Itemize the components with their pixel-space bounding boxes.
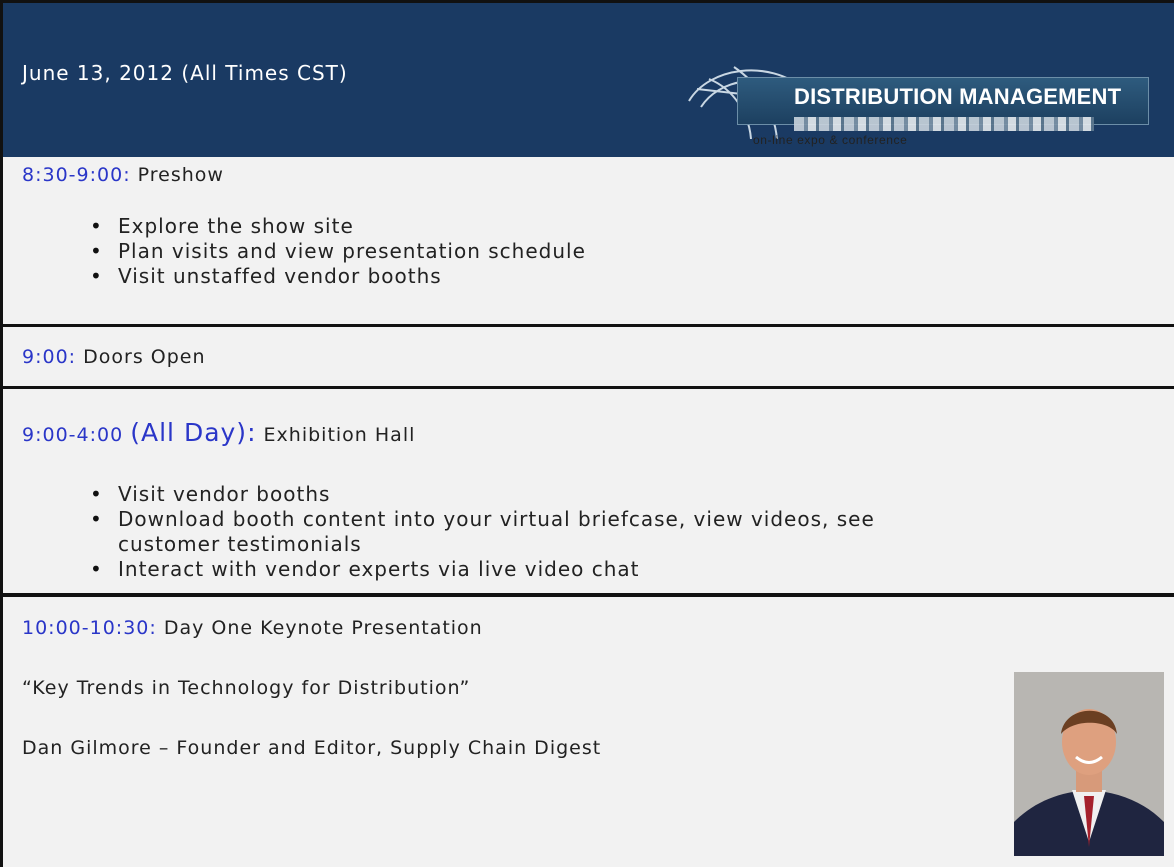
exhibition-bullets: Visit vendor booths Download booth conte… bbox=[90, 482, 875, 582]
preshow-bullets: Explore the show site Plan visits and vi… bbox=[90, 214, 586, 289]
list-item: Explore the show site bbox=[90, 214, 586, 239]
list-item: Plan visits and view presentation schedu… bbox=[90, 239, 586, 264]
schedule-date: June 13, 2012 (All Times CST) bbox=[22, 61, 348, 85]
logo-title: DISTRIBUTION MANAGEMENT bbox=[794, 84, 1122, 109]
schedule-time: 10:00-10:30: bbox=[22, 617, 157, 639]
list-item: Visit unstaffed vendor booths bbox=[90, 264, 586, 289]
schedule-header: June 13, 2012 (All Times CST) DISTRIBUTI… bbox=[0, 0, 1174, 157]
speaker-portrait-icon bbox=[1014, 672, 1164, 856]
schedule-title: Preshow bbox=[137, 164, 224, 186]
divider bbox=[0, 593, 1174, 597]
schedule-item-heading: 10:00-10:30: Day One Keynote Presentatio… bbox=[22, 617, 483, 639]
schedule-item-heading: 9:00-4:00 (All Day): Exhibition Hall bbox=[22, 418, 415, 447]
list-item-text: Download booth content into your virtual… bbox=[118, 507, 875, 531]
schedule-title: Day One Keynote Presentation bbox=[163, 617, 483, 639]
list-item: Visit vendor booths bbox=[90, 482, 875, 507]
schedule-title: Doors Open bbox=[83, 346, 206, 368]
distribution-management-logo: DISTRIBUTION MANAGEMENT on-line expo & c… bbox=[679, 59, 1149, 151]
logo-tagline: on-line expo & conference bbox=[753, 133, 908, 147]
list-item: Download booth content into your virtual… bbox=[90, 507, 875, 557]
keynote-speaker: Dan Gilmore – Founder and Editor, Supply… bbox=[22, 737, 602, 759]
schedule-item-doors-open: 9:00: Doors Open bbox=[22, 346, 206, 368]
schedule-time: 9:00: bbox=[22, 346, 77, 368]
divider bbox=[0, 324, 1174, 327]
list-item: Interact with vendor experts via live vi… bbox=[90, 557, 875, 582]
schedule-item-heading: 8:30-9:00: Preshow bbox=[22, 164, 224, 186]
keynote-quote: “Key Trends in Technology for Distributi… bbox=[22, 677, 471, 699]
divider bbox=[0, 386, 1174, 389]
schedule-time: 8:30-9:00: bbox=[22, 164, 131, 186]
list-item-continuation: customer testimonials bbox=[118, 532, 362, 556]
schedule-time-emphasis: (All Day): bbox=[130, 418, 257, 447]
schedule-time: 9:00-4:00 bbox=[22, 424, 124, 446]
schedule-title: Exhibition Hall bbox=[263, 424, 416, 446]
logo-checker-pattern bbox=[794, 117, 1094, 131]
speaker-photo bbox=[1014, 672, 1164, 856]
